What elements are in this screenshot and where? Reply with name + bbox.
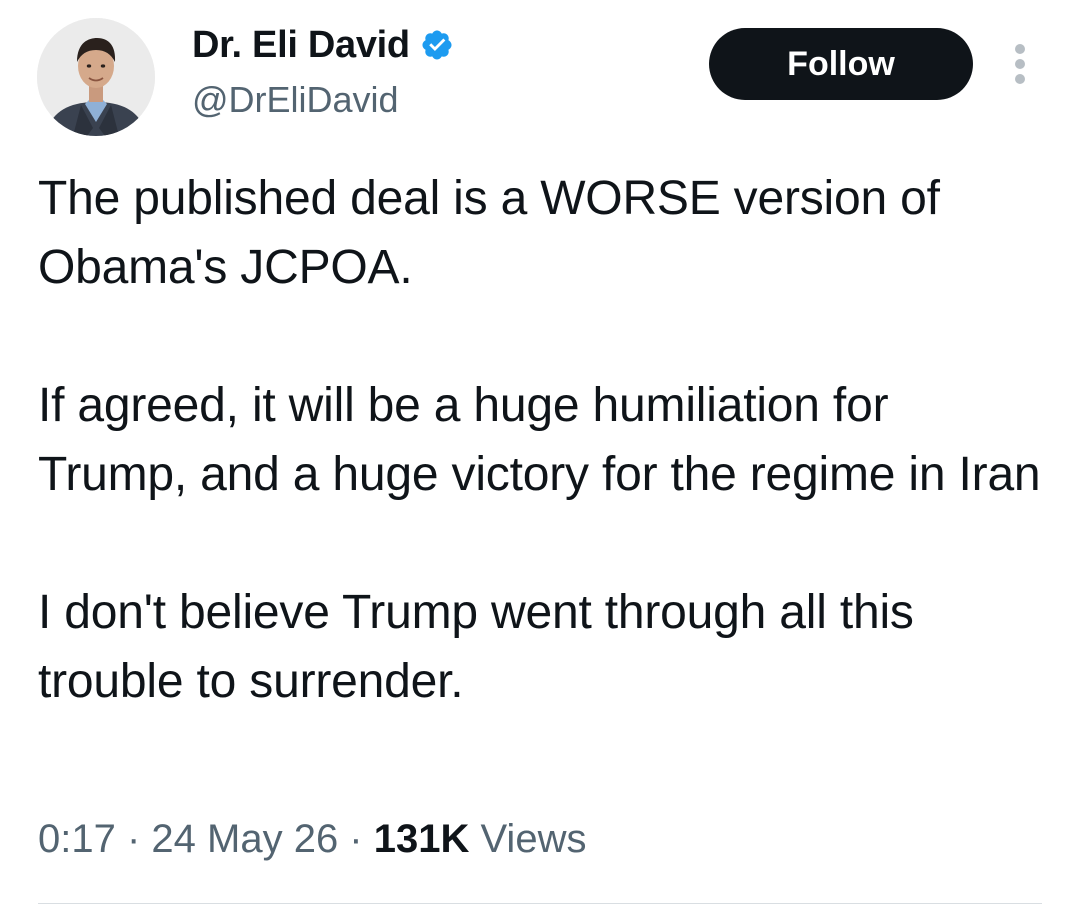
tweet-paragraph: If agreed, it will be a huge humiliation…: [38, 379, 1041, 501]
author-display-name[interactable]: Dr. Eli David: [192, 22, 410, 68]
divider: [38, 903, 1042, 904]
meta-separator: ·: [338, 817, 374, 861]
more-dot: [1015, 59, 1025, 69]
author-handle[interactable]: @DrEliDavid: [192, 78, 399, 122]
tweet-time[interactable]: 0:17: [38, 817, 116, 861]
views-label: Views: [469, 817, 587, 861]
tweet-body: The published deal is a WORSE version of…: [38, 164, 1048, 716]
tweet-meta: 0:17 · 24 May 26 · 131K Views: [38, 812, 586, 866]
views-count[interactable]: 131K: [374, 817, 470, 861]
avatar[interactable]: [37, 18, 155, 136]
tweet-paragraph: The published deal is a WORSE version of…: [38, 172, 940, 294]
more-dot: [1015, 44, 1025, 54]
follow-button[interactable]: Follow: [709, 28, 973, 100]
author-name-row[interactable]: Dr. Eli David: [192, 22, 454, 68]
meta-separator: ·: [115, 817, 152, 861]
tweet-date[interactable]: 24 May 26: [151, 817, 338, 861]
more-dot: [1015, 74, 1025, 84]
profile-photo: [37, 18, 155, 136]
verified-badge-icon: [420, 28, 454, 62]
more-options-icon[interactable]: [1004, 40, 1036, 88]
tweet-paragraph: I don't believe Trump went through all t…: [38, 586, 914, 708]
